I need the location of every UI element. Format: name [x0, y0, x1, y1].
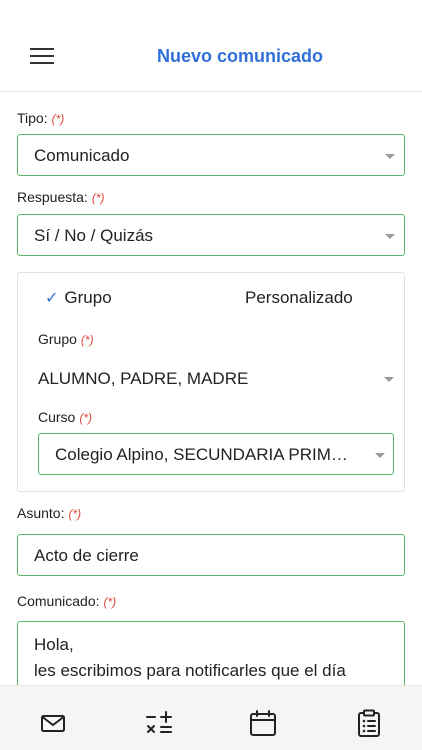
tipo-label: Tipo: (*) — [17, 110, 64, 126]
required-mark: (*) — [80, 333, 94, 347]
recipients-card: ✓ Grupo Personalizado Grupo (*) ALUMNO, PA… — [17, 272, 405, 492]
asunto-input[interactable]: Acto de cierre — [17, 534, 405, 576]
respuesta-select-value: Sí / No / Quizás — [34, 226, 154, 245]
calendar-icon[interactable] — [248, 708, 278, 738]
bottom-nav — [0, 685, 422, 750]
grupo-select[interactable]: ALUMNO, PADRE, MADRE — [38, 367, 394, 393]
asunto-label: Asunto: (*) — [17, 505, 81, 521]
clipboard-list-icon[interactable] — [354, 708, 384, 738]
curso-select-value: Colegio Alpino, SECUNDARIA PRIMERO A — [55, 445, 355, 464]
curso-label: Curso (*) — [38, 409, 92, 425]
tab-grupo-label: Grupo — [64, 288, 112, 307]
chevron-down-icon — [375, 453, 385, 458]
tab-personalizado-label: Personalizado — [245, 288, 353, 307]
chevron-down-icon — [385, 154, 395, 159]
curso-label-text: Curso — [38, 409, 76, 425]
respuesta-select[interactable]: Sí / No / Quizás — [17, 214, 405, 256]
tipo-select-value: Comunicado — [34, 146, 130, 165]
chevron-down-icon — [384, 377, 394, 382]
chevron-down-icon — [385, 234, 395, 239]
tab-grupo[interactable]: ✓ Grupo — [45, 288, 112, 308]
comunicado-label-text: Comunicado: — [17, 593, 100, 609]
curso-select[interactable]: Colegio Alpino, SECUNDARIA PRIMERO A — [38, 433, 394, 475]
required-mark: (*) — [79, 411, 93, 425]
tipo-label-text: Tipo: — [17, 110, 48, 126]
grupo-label: Grupo (*) — [38, 331, 94, 347]
checkmark-icon: ✓ — [45, 290, 59, 307]
grupo-select-value: ALUMNO, PADRE, MADRE — [38, 369, 249, 388]
respuesta-label: Respuesta: (*) — [17, 189, 105, 205]
app-header: Nuevo comunicado — [0, 0, 422, 92]
respuesta-label-text: Respuesta: — [17, 189, 88, 205]
required-mark: (*) — [68, 507, 82, 521]
comunicado-label: Comunicado: (*) — [17, 593, 116, 609]
tab-personalizado[interactable]: Personalizado — [245, 288, 353, 308]
required-mark: (*) — [103, 595, 117, 609]
comunicado-textarea-value: Hola, les escribimos para notificarles q… — [34, 635, 346, 680]
asunto-label-text: Asunto: — [17, 505, 65, 521]
page-title: Nuevo comunicado — [156, 46, 324, 66]
required-mark: (*) — [51, 112, 65, 126]
calculator-icon[interactable] — [144, 708, 174, 738]
grupo-label-text: Grupo — [38, 331, 77, 347]
required-mark: (*) — [91, 191, 105, 205]
tipo-select[interactable]: Comunicado — [17, 134, 405, 176]
asunto-input-value: Acto de cierre — [34, 546, 139, 565]
mail-icon[interactable] — [38, 708, 68, 738]
